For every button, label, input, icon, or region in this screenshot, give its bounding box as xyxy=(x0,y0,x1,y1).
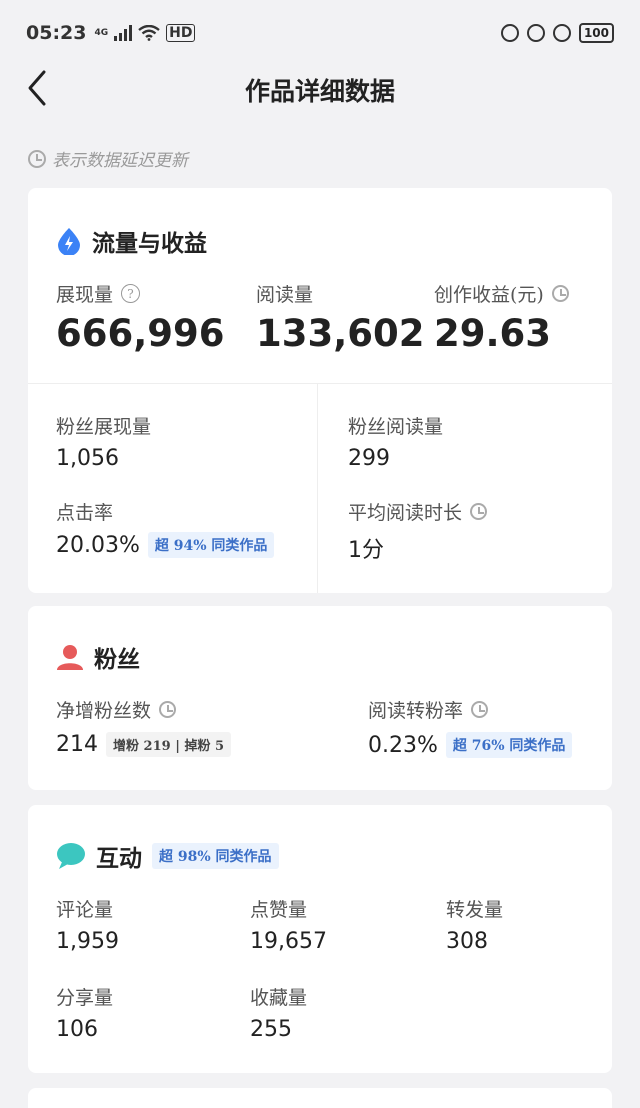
avg-read-label: 平均阅读时长 xyxy=(348,502,463,524)
revenue-value: 29.63 xyxy=(434,312,552,355)
net-fans-row: 214 增粉 219 | 掉粉 5 xyxy=(56,732,232,757)
clock-icon xyxy=(471,701,489,718)
conversion-label-row: 阅读转粉率 xyxy=(368,696,489,723)
interaction-badge: 超 98% 同类作品 xyxy=(152,843,279,869)
traffic-summary: 流量与收益 展现量 ? 666,996 阅读量 133,602 创作收益(元) … xyxy=(28,188,612,384)
comments-value: 1,959 xyxy=(56,929,119,954)
interaction-title: 互动 xyxy=(96,845,142,872)
mode-icon xyxy=(500,24,519,42)
reads-label: 阅读量 xyxy=(256,284,314,306)
traffic-header: 流量与收益 xyxy=(56,224,207,258)
page-title: 作品详细数据 xyxy=(244,77,395,106)
chat-bubble-icon xyxy=(57,843,85,869)
status-bar: 05:23 4G HD 100 xyxy=(0,0,640,66)
delay-note: 表示数据延迟更新 xyxy=(28,146,188,171)
ctr-label: 点击率 xyxy=(56,502,114,524)
impressions-label: 展现量 xyxy=(56,284,114,306)
reads-value: 133,602 xyxy=(256,312,425,355)
revenue-label-row: 创作收益(元) xyxy=(434,280,569,307)
lock-icon xyxy=(526,24,545,42)
conversion-row: 0.23% 超 76% 同类作品 xyxy=(368,732,573,758)
comments-label: 评论量 xyxy=(56,899,114,921)
alarm-icon xyxy=(552,24,571,42)
traffic-detail-left: 粉丝展现量 1,056 点击率 20.03% 超 94% 同类作品 xyxy=(28,384,318,593)
traffic-card: 流量与收益 展现量 ? 666,996 阅读量 133,602 创作收益(元) … xyxy=(28,188,612,593)
fan-reads-label: 粉丝阅读量 xyxy=(348,416,444,438)
fans-header: 粉丝 xyxy=(56,640,140,674)
likes-label: 点赞量 xyxy=(250,899,308,921)
person-icon xyxy=(57,645,83,670)
fans-title: 粉丝 xyxy=(94,646,140,673)
avg-read-value: 1分 xyxy=(348,538,384,563)
interaction-card: 互动 超 98% 同类作品 评论量 1,959 点赞量 19,657 转发量 3… xyxy=(28,805,612,1073)
clock-icon xyxy=(159,701,177,718)
signal-icon xyxy=(114,25,133,41)
conversion-badge: 超 76% 同类作品 xyxy=(445,732,573,758)
reposts-label: 转发量 xyxy=(446,899,504,921)
fan-impressions-value: 1,056 xyxy=(56,446,119,471)
nav-bar: 作品详细数据 xyxy=(0,66,640,110)
next-card-peek xyxy=(28,1088,612,1108)
network-type: 4G xyxy=(94,28,109,38)
clock-icon xyxy=(28,149,46,168)
traffic-title: 流量与收益 xyxy=(92,230,207,257)
hd-icon: HD xyxy=(166,24,196,42)
conversion-label: 阅读转粉率 xyxy=(368,700,464,722)
ctr-row: 20.03% 超 94% 同类作品 xyxy=(56,532,275,558)
lightning-drop-icon xyxy=(58,228,80,255)
fan-impressions-label: 粉丝展现量 xyxy=(56,416,152,438)
favorites-label: 收藏量 xyxy=(250,987,308,1009)
status-time: 05:23 xyxy=(26,22,87,44)
delay-note-text: 表示数据延迟更新 xyxy=(52,151,188,171)
interaction-header: 互动 超 98% 同类作品 xyxy=(56,839,279,873)
shares-label: 分享量 xyxy=(56,987,114,1009)
likes-value: 19,657 xyxy=(250,929,327,954)
clock-icon xyxy=(470,503,488,520)
fans-card: 粉丝 净增粉丝数 214 增粉 219 | 掉粉 5 阅读转粉率 0.23% 超… xyxy=(28,606,612,790)
ctr-value: 20.03% xyxy=(56,532,140,558)
traffic-detail-right: 粉丝阅读量 299 平均阅读时长 1分 xyxy=(318,384,612,593)
net-fans-value: 214 xyxy=(56,732,98,757)
battery-icon: 100 xyxy=(578,23,614,43)
net-fans-label: 净增粉丝数 xyxy=(56,700,152,722)
net-fans-label-row: 净增粉丝数 xyxy=(56,696,177,723)
status-right: 100 xyxy=(500,23,614,43)
status-left: 05:23 4G HD xyxy=(26,22,196,44)
clock-icon xyxy=(551,285,569,302)
conversion-value: 0.23% xyxy=(368,732,438,758)
revenue-label: 创作收益(元) xyxy=(434,284,544,306)
ctr-badge: 超 94% 同类作品 xyxy=(147,532,275,558)
shares-value: 106 xyxy=(56,1017,98,1042)
impressions-value: 666,996 xyxy=(56,312,225,355)
reposts-value: 308 xyxy=(446,929,488,954)
favorites-value: 255 xyxy=(250,1017,292,1042)
fan-reads-value: 299 xyxy=(348,446,390,471)
impressions-label-row: 展现量 ? xyxy=(56,280,141,307)
net-fans-detail: 增粉 219 | 掉粉 5 xyxy=(106,732,232,757)
avg-read-label-row: 平均阅读时长 xyxy=(348,498,488,525)
help-icon[interactable]: ? xyxy=(121,284,141,303)
wifi-icon xyxy=(138,25,160,41)
status-network-icons: 4G HD xyxy=(94,24,196,42)
